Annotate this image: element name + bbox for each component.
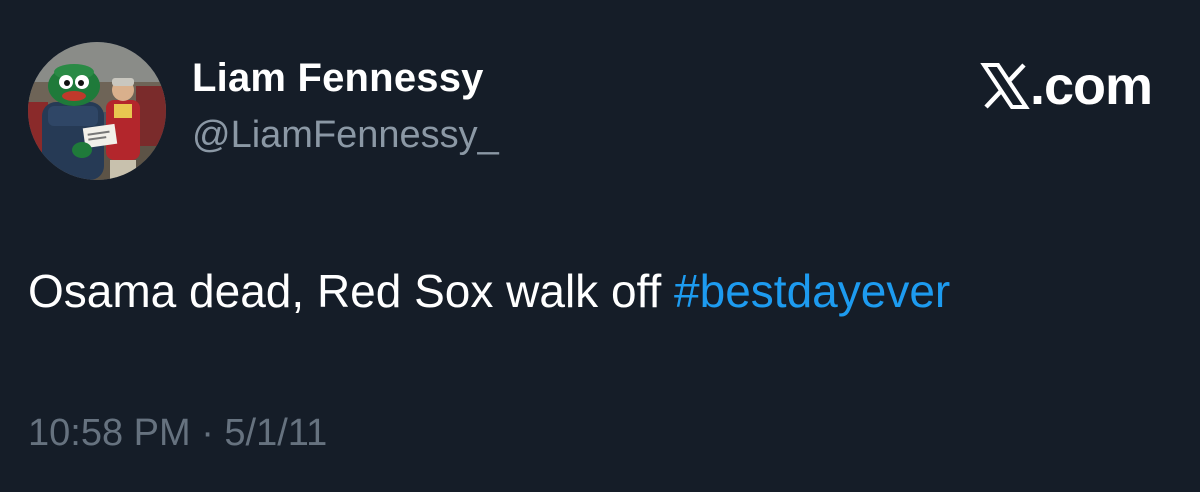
hashtag-link[interactable]: #bestdayever xyxy=(674,265,950,317)
x-logo-icon xyxy=(980,61,1030,111)
site-domain: .com xyxy=(1029,56,1153,116)
tweet-text: Osama dead, Red Sox walk off xyxy=(28,265,675,317)
avatar-photo xyxy=(28,42,166,180)
tweet-card: Liam Fennessy @LiamFennessy_ .com Osama … xyxy=(0,0,1200,492)
avatar[interactable] xyxy=(28,42,166,180)
x-com-logo: .com xyxy=(980,56,1153,116)
user-handle[interactable]: @LiamFennessy_ xyxy=(192,114,499,157)
tweet-body: Osama dead, Red Sox walk off #bestdayeve… xyxy=(28,264,950,318)
tweet-timestamp[interactable]: 10:58 PM · 5/1/11 xyxy=(28,412,327,455)
display-name[interactable]: Liam Fennessy xyxy=(192,56,484,101)
